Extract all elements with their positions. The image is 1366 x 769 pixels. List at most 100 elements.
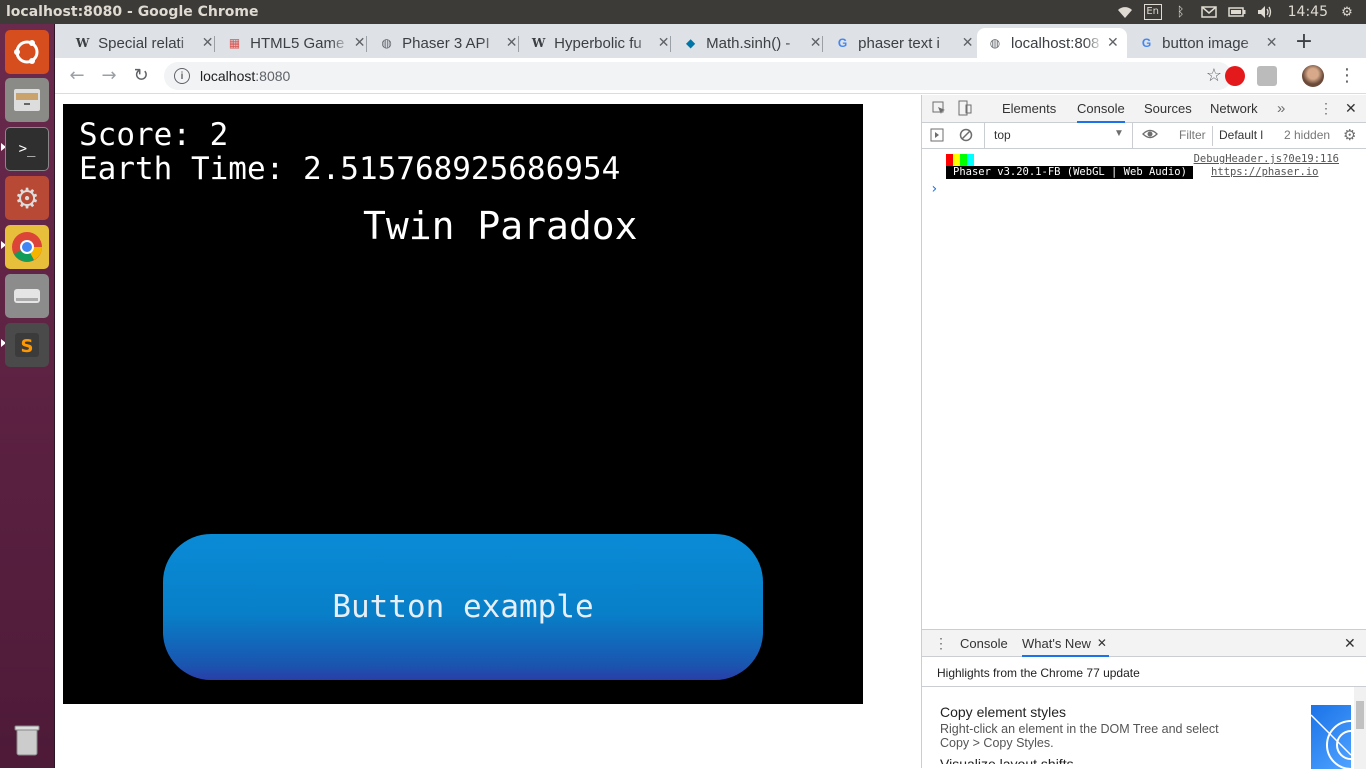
chrome-menu-icon[interactable]: ⋮ bbox=[1335, 64, 1359, 88]
close-icon[interactable]: ✕ bbox=[1266, 35, 1279, 51]
settings-icon[interactable]: ⚙ bbox=[5, 176, 49, 220]
game-button[interactable]: Button example bbox=[163, 534, 763, 680]
google-icon: G bbox=[837, 36, 848, 50]
clear-console-icon[interactable] bbox=[959, 128, 973, 145]
sublime-text-icon[interactable]: S bbox=[5, 323, 49, 367]
trash-icon[interactable] bbox=[5, 718, 49, 762]
system-tray: En ᛒ 14:45 ⚙ bbox=[1116, 0, 1366, 24]
window-title: localhost:8080 - Google Chrome bbox=[6, 4, 259, 20]
battery-icon[interactable] bbox=[1227, 4, 1246, 20]
tab-label: HTML5 Game bbox=[250, 34, 345, 52]
opera-extension-icon[interactable] bbox=[1225, 66, 1245, 86]
keyboard-layout-indicator[interactable]: En bbox=[1143, 4, 1162, 20]
page-viewport: Score: 2 Earth Time: 2.515768925686954 T… bbox=[55, 95, 921, 768]
whats-new-thumbnail bbox=[1311, 705, 1351, 769]
chevron-down-icon[interactable]: ▼ bbox=[1114, 128, 1124, 139]
google-icon: G bbox=[1141, 36, 1152, 50]
log-link[interactable]: https://phaser.io bbox=[1211, 166, 1318, 179]
game-canvas[interactable]: Score: 2 Earth Time: 2.515768925686954 T… bbox=[63, 104, 863, 704]
whats-new-item-next[interactable]: Visualize layout shifts bbox=[940, 756, 1074, 764]
tab-sources[interactable]: Sources bbox=[1144, 95, 1192, 123]
tab[interactable]: ◍ Phaser 3 API ✕ bbox=[379, 28, 519, 58]
close-icon[interactable]: ✕ bbox=[1097, 630, 1107, 657]
close-icon[interactable]: ✕ bbox=[1107, 35, 1121, 51]
device-toolbar-icon[interactable] bbox=[958, 100, 972, 119]
tab-label: Special relati bbox=[98, 34, 185, 52]
log-message: Phaser v3.20.1-FB (WebGL | Web Audio) bbox=[946, 166, 1193, 179]
inspect-element-icon[interactable] bbox=[932, 101, 946, 118]
reload-button[interactable]: ↻ bbox=[129, 64, 153, 88]
drawer-tabbar: ⋮ Console What's New ✕ ✕ bbox=[922, 630, 1366, 657]
mdn-icon: ◆ bbox=[685, 36, 696, 50]
drawer-menu-icon[interactable]: ⋮ bbox=[934, 635, 948, 652]
earth-time-text: Earth Time: 2.515768925686954 bbox=[79, 151, 621, 187]
extension-icon[interactable] bbox=[1257, 66, 1277, 86]
context-selector[interactable]: top bbox=[994, 128, 1011, 142]
tab-label: localhost:808 bbox=[1011, 34, 1100, 52]
phaser-color-bars bbox=[946, 154, 974, 166]
console-settings-gear-icon[interactable]: ⚙ bbox=[1343, 126, 1356, 144]
info-icon[interactable]: i bbox=[174, 68, 190, 84]
wifi-icon[interactable] bbox=[1116, 4, 1134, 20]
whats-new-item-desc: Copy > Copy Styles. bbox=[940, 736, 1054, 750]
files-icon[interactable] bbox=[5, 78, 49, 122]
bluetooth-icon[interactable]: ᛒ bbox=[1172, 4, 1190, 20]
tab-label: Phaser 3 API bbox=[402, 34, 490, 52]
tab[interactable]: W Hyperbolic fu ✕ bbox=[531, 28, 671, 58]
tab-active[interactable]: ◍ localhost:808 ✕ bbox=[977, 28, 1127, 58]
log-levels-dropdown[interactable]: Default l bbox=[1219, 128, 1271, 142]
avatar[interactable] bbox=[1302, 65, 1324, 87]
forward-button[interactable]: → bbox=[97, 64, 121, 88]
power-gear-icon[interactable]: ⚙ bbox=[1338, 4, 1356, 20]
devtools-drawer: ⋮ Console What's New ✕ ✕ Highlights from… bbox=[922, 629, 1366, 769]
drawer-tab-console[interactable]: Console bbox=[960, 630, 1008, 657]
console-output: DebugHeader.js?0e19:116 Phaser v3.20.1-F… bbox=[922, 149, 1366, 629]
game-title: Twin Paradox bbox=[363, 204, 638, 248]
address-bar[interactable]: i localhost:8080 ☆ bbox=[164, 62, 1232, 90]
globe-icon: ◍ bbox=[989, 36, 1001, 50]
console-filter-input[interactable]: Filter bbox=[1179, 128, 1206, 142]
devtools-panel: Elements Console Sources Network » ⋮ ✕ t… bbox=[921, 95, 1366, 769]
more-tabs-icon[interactable]: » bbox=[1277, 100, 1285, 117]
browser-toolbar: ← → ↻ i localhost:8080 ☆ ⋮ bbox=[55, 58, 1366, 94]
scrollbar[interactable] bbox=[1354, 687, 1366, 769]
close-drawer-icon[interactable]: ✕ bbox=[1344, 635, 1356, 652]
drawer-tab-whats-new-label: What's New bbox=[1022, 636, 1091, 651]
tab-network[interactable]: Network bbox=[1210, 95, 1258, 123]
tab-label: button image bbox=[1162, 34, 1249, 52]
unity-launcher: >_ ⚙ S bbox=[0, 24, 55, 768]
tab[interactable]: W Special relati ✕ bbox=[75, 28, 215, 58]
tab-strip: W Special relati ✕ ▦ HTML5 Game ✕ ◍ Phas… bbox=[55, 24, 1366, 58]
sidebar-toggle-icon[interactable] bbox=[930, 128, 944, 145]
devtools-menu-icon[interactable]: ⋮ bbox=[1319, 100, 1333, 117]
close-devtools-icon[interactable]: ✕ bbox=[1345, 100, 1357, 117]
eye-icon[interactable] bbox=[1142, 127, 1158, 144]
back-button[interactable]: ← bbox=[65, 64, 89, 88]
console-log-entry: DebugHeader.js?0e19:116 Phaser v3.20.1-F… bbox=[922, 149, 1366, 181]
log-source-link[interactable]: DebugHeader.js?0e19:116 bbox=[1194, 153, 1339, 165]
drawer-tab-whats-new[interactable]: What's New ✕ bbox=[1022, 630, 1109, 657]
whats-new-item-title[interactable]: Copy element styles bbox=[940, 704, 1066, 720]
url-port: :8080 bbox=[255, 68, 291, 84]
ubuntu-logo-icon[interactable] bbox=[5, 30, 49, 74]
tab-console[interactable]: Console bbox=[1077, 95, 1125, 123]
tab[interactable]: G phaser text i ✕ bbox=[835, 28, 975, 58]
tab-label: Math.sinh() - bbox=[706, 34, 791, 52]
tab[interactable]: ▦ HTML5 Game ✕ bbox=[227, 28, 367, 58]
game-button-label: Button example bbox=[332, 589, 594, 625]
terminal-icon[interactable]: >_ bbox=[5, 127, 49, 171]
mail-icon[interactable] bbox=[1200, 4, 1218, 20]
drive-icon[interactable] bbox=[5, 274, 49, 318]
console-prompt[interactable]: › bbox=[930, 181, 938, 197]
volume-icon[interactable] bbox=[1256, 4, 1274, 20]
url-host: localhost bbox=[200, 68, 256, 84]
clock[interactable]: 14:45 bbox=[1288, 4, 1328, 20]
wikipedia-icon: W bbox=[75, 36, 90, 50]
chrome-icon[interactable] bbox=[5, 225, 49, 269]
tab[interactable]: G button image ✕ bbox=[1139, 28, 1279, 58]
new-tab-button[interactable]: + bbox=[1291, 30, 1317, 56]
tab[interactable]: ◆ Math.sinh() - ✕ bbox=[683, 28, 823, 58]
tab-elements[interactable]: Elements bbox=[1002, 95, 1056, 123]
close-icon[interactable]: ✕ bbox=[962, 35, 975, 51]
bookmark-star-icon[interactable]: ☆ bbox=[1206, 65, 1222, 86]
